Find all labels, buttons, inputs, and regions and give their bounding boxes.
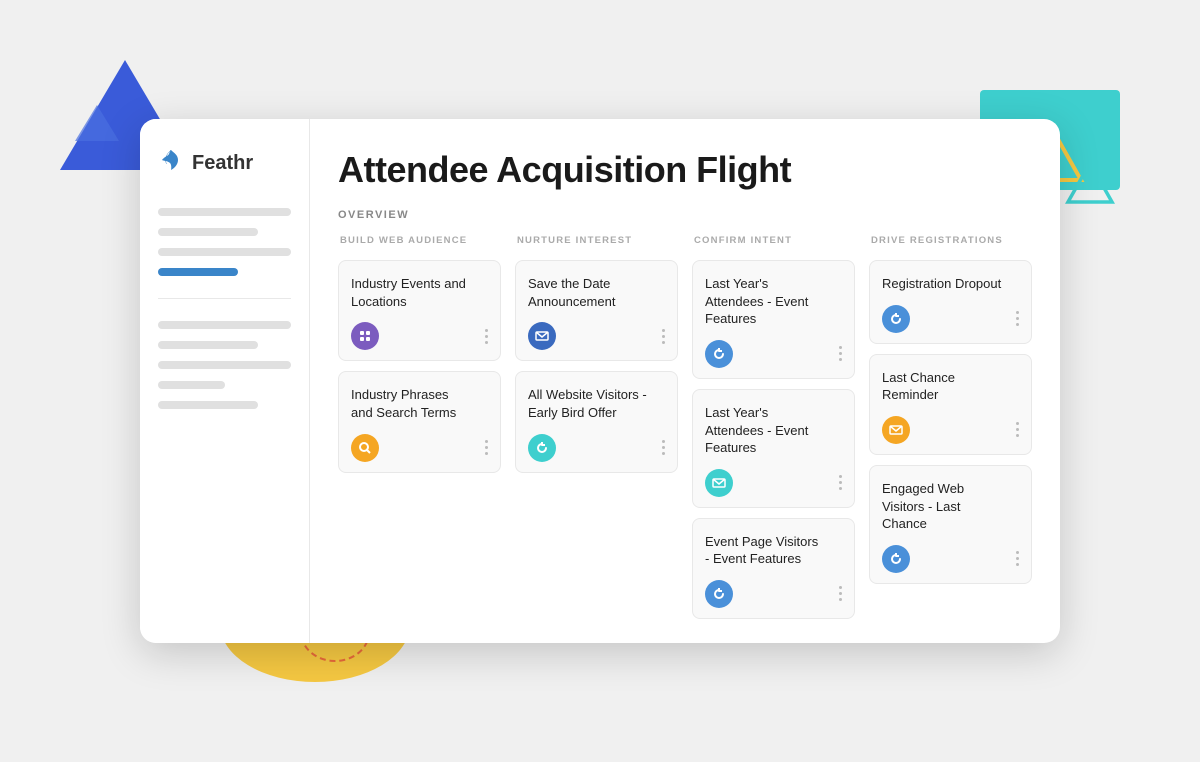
refresh-icon-2 [705, 340, 733, 368]
sidebar-logo: Feathr [158, 147, 291, 180]
campaign-footer-10 [882, 545, 1019, 573]
column-header-3: CONFIRM INTENT [692, 235, 855, 246]
sidebar-logo-text: Feathr [192, 152, 253, 175]
sidebar-nav-lines-2 [158, 319, 291, 411]
main-card: Feathr Attendee Acquisition Flight OVERV… [140, 119, 1060, 642]
puzzle-icon [351, 322, 379, 350]
campaign-footer-8 [882, 305, 1019, 333]
sidebar-nav-lines [158, 206, 291, 278]
campaign-menu-dots-8[interactable] [1016, 311, 1019, 326]
campaign-menu-dots-10[interactable] [1016, 551, 1019, 566]
campaign-menu-dots-7[interactable] [839, 586, 842, 601]
column-confirm-intent: CONFIRM INTENT Last Year's Attendees - E… [692, 235, 855, 618]
campaign-card-industry-events: Industry Events and Locations [338, 260, 501, 361]
refresh-icon-3 [705, 580, 733, 608]
email-icon-1 [528, 322, 556, 350]
column-header-1: BUILD WEB AUDIENCE [338, 235, 501, 246]
campaign-columns: BUILD WEB AUDIENCE Industry Events and L… [338, 235, 1032, 618]
campaign-card-save-date: Save the Date Announcement [515, 260, 678, 361]
bg-triangle-blue-small [75, 105, 119, 141]
campaign-title-engaged-web: Engaged Web Visitors - Last Chance [882, 480, 1019, 533]
campaign-footer-6 [705, 469, 842, 497]
campaign-card-event-page: Event Page Visitors - Event Features [692, 518, 855, 619]
sidebar-line-1 [158, 208, 291, 216]
campaign-title-lastyear-2: Last Year's Attendees - Event Features [705, 404, 842, 457]
campaign-title-save-date: Save the Date Announcement [528, 275, 665, 310]
campaign-card-registration-dropout: Registration Dropout [869, 260, 1032, 344]
column-header-4: DRIVE REGISTRATIONS [869, 235, 1032, 246]
sidebar-line-6 [158, 341, 258, 349]
campaign-card-last-chance: Last Chance Reminder [869, 354, 1032, 455]
page-title: Attendee Acquisition Flight [338, 149, 1032, 191]
campaign-title-registration-dropout: Registration Dropout [882, 275, 1019, 293]
sidebar-line-3 [158, 248, 291, 256]
sidebar-line-7 [158, 361, 291, 369]
campaign-card-lastyear-1: Last Year's Attendees - Event Features [692, 260, 855, 379]
campaign-menu-dots-4[interactable] [662, 440, 665, 455]
campaign-footer-3 [528, 322, 665, 350]
refresh-icon-4 [882, 305, 910, 333]
section-overview-label: OVERVIEW [338, 209, 1032, 221]
feathr-logo-icon [158, 147, 184, 180]
campaign-menu-dots-2[interactable] [485, 440, 488, 455]
email-icon-2 [705, 469, 733, 497]
refresh-icon-5 [882, 545, 910, 573]
main-content: Attendee Acquisition Flight OVERVIEW BUI… [310, 119, 1060, 642]
campaign-footer-2 [351, 434, 488, 462]
campaign-title-all-website: All Website Visitors - Early Bird Offer [528, 386, 665, 421]
campaign-title-last-chance: Last Chance Reminder [882, 369, 1019, 404]
campaign-title-industry-events: Industry Events and Locations [351, 275, 488, 310]
campaign-title-industry-phrases: Industry Phrases and Search Terms [351, 386, 488, 421]
search-icon [351, 434, 379, 462]
sidebar-line-active[interactable] [158, 268, 238, 276]
campaign-card-lastyear-2: Last Year's Attendees - Event Features [692, 389, 855, 508]
campaign-footer-5 [705, 340, 842, 368]
campaign-menu-dots[interactable] [485, 329, 488, 344]
campaign-footer-9 [882, 416, 1019, 444]
campaign-menu-dots-9[interactable] [1016, 422, 1019, 437]
sidebar-line-5 [158, 321, 291, 329]
sidebar-divider [158, 298, 291, 299]
campaign-title-lastyear-1: Last Year's Attendees - Event Features [705, 275, 842, 328]
campaign-footer-7 [705, 580, 842, 608]
column-header-2: NURTURE INTEREST [515, 235, 678, 246]
campaign-menu-dots-5[interactable] [839, 346, 842, 361]
sidebar-line-8 [158, 381, 225, 389]
sidebar: Feathr [140, 119, 310, 642]
sidebar-line-2 [158, 228, 258, 236]
bg-triangle-teal-outline [1065, 160, 1115, 210]
sidebar-line-9 [158, 401, 258, 409]
campaign-card-industry-phrases: Industry Phrases and Search Terms [338, 371, 501, 472]
column-nurture-interest: NURTURE INTEREST Save the Date Announcem… [515, 235, 678, 618]
refresh-icon-1 [528, 434, 556, 462]
campaign-menu-dots-3[interactable] [662, 329, 665, 344]
campaign-footer-4 [528, 434, 665, 462]
campaign-card-all-website: All Website Visitors - Early Bird Offer [515, 371, 678, 472]
campaign-menu-dots-6[interactable] [839, 475, 842, 490]
campaign-footer [351, 322, 488, 350]
column-build-web-audience: BUILD WEB AUDIENCE Industry Events and L… [338, 235, 501, 618]
campaign-title-event-page: Event Page Visitors - Event Features [705, 533, 842, 568]
column-drive-registrations: DRIVE REGISTRATIONS Registration Dropout [869, 235, 1032, 618]
email-icon-3 [882, 416, 910, 444]
campaign-card-engaged-web: Engaged Web Visitors - Last Chance [869, 465, 1032, 584]
